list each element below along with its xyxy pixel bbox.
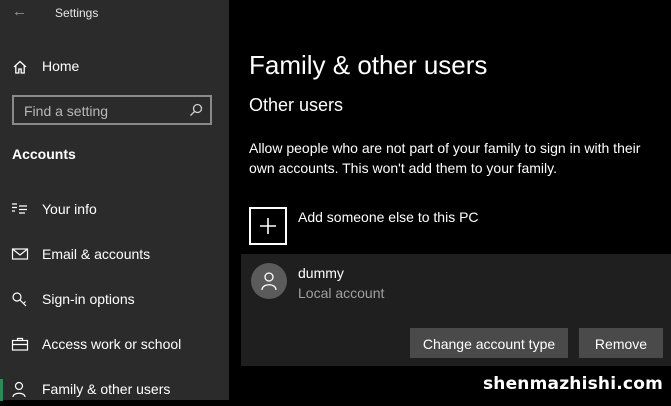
search-icon[interactable] — [188, 102, 204, 118]
avatar — [251, 263, 287, 299]
mail-icon — [11, 248, 29, 260]
plus-icon — [260, 218, 276, 234]
title-bar: ← Settings — [0, 0, 229, 28]
watermark: shenmazhishi.com — [482, 374, 663, 394]
sidebar-item-your-info[interactable]: Your info — [0, 192, 229, 226]
nav-home[interactable]: Home — [0, 52, 229, 80]
sidebar-item-label: Access work or school — [42, 336, 182, 352]
sidebar-item-label: Email & accounts — [42, 246, 151, 262]
remove-button[interactable]: Remove — [579, 328, 663, 358]
add-user-button[interactable]: Add someone else to this PC — [249, 207, 569, 247]
sidebar-item-family-other-users[interactable]: Family & other users — [0, 372, 229, 406]
key-icon — [12, 292, 27, 307]
briefcase-icon — [11, 337, 29, 351]
search-input[interactable]: Find a setting — [12, 95, 212, 125]
section-heading-accounts: Accounts — [12, 146, 76, 162]
page-title: Family & other users — [249, 50, 488, 80]
section-subheading: Other users — [249, 95, 344, 115]
main-content: Family & other users Other users Allow p… — [229, 0, 671, 400]
sidebar-item-access-work[interactable]: Access work or school — [0, 327, 229, 361]
sidebar: ← Settings Home Find a setting Accounts … — [0, 0, 229, 401]
sidebar-item-email-accounts[interactable]: Email & accounts — [0, 237, 229, 271]
back-arrow-icon[interactable]: ← — [12, 3, 27, 21]
nav-home-label: Home — [42, 58, 80, 74]
person-icon — [12, 381, 26, 397]
search-placeholder: Find a setting — [24, 103, 109, 119]
user-account-type: Local account — [298, 285, 385, 301]
person-card-icon — [12, 203, 27, 214]
user-avatar-icon — [261, 272, 277, 291]
change-account-type-button[interactable]: Change account type — [410, 328, 568, 358]
add-user-label: Add someone else to this PC — [298, 209, 479, 225]
description-text: Allow people who are not part of your fa… — [249, 140, 641, 176]
add-box — [249, 207, 287, 245]
sidebar-item-sign-in-options[interactable]: Sign-in options — [0, 282, 229, 316]
sidebar-item-label: Sign-in options — [42, 291, 135, 307]
app-title: Settings — [55, 6, 99, 20]
user-name: dummy — [298, 265, 344, 281]
sidebar-item-label: Family & other users — [42, 381, 171, 397]
sidebar-item-label: Your info — [42, 201, 97, 217]
user-card[interactable]: dummy Local account Change account type … — [241, 254, 671, 366]
home-icon — [13, 60, 27, 74]
